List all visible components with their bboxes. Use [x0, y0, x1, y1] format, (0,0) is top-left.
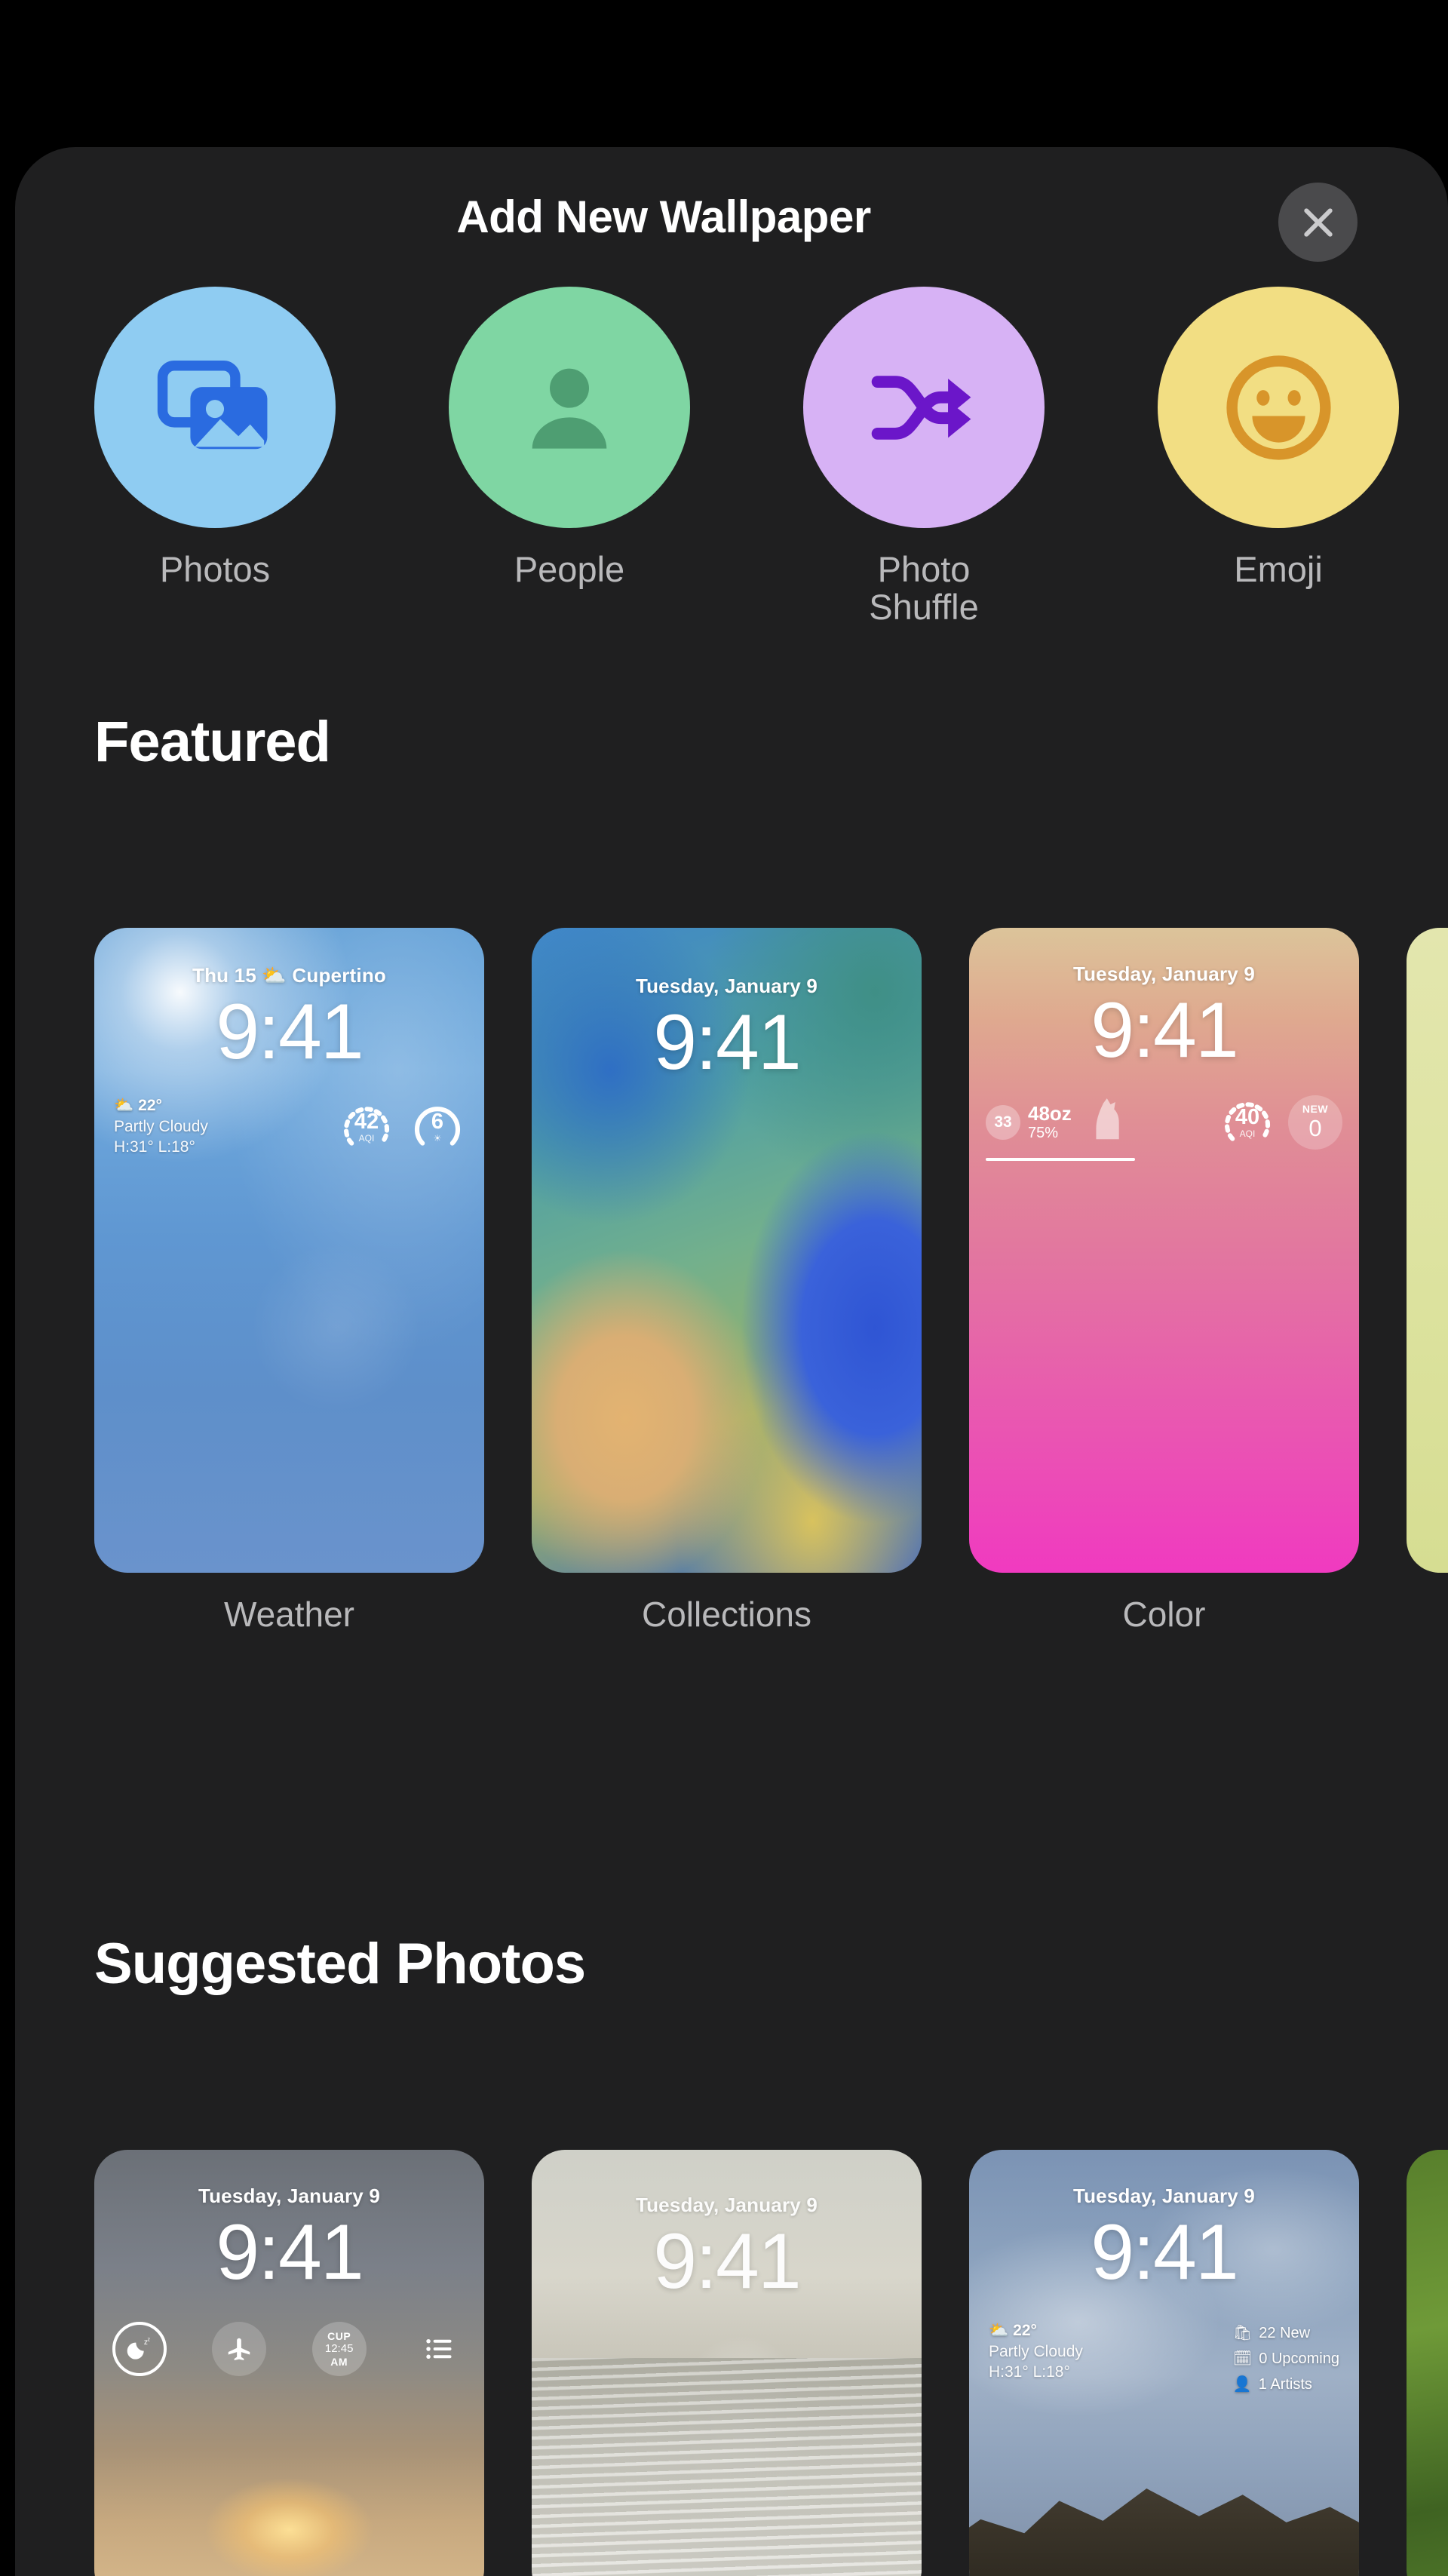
airplane-mode-icon [212, 2322, 267, 2376]
weather-widget: ⛅ 22° Partly Cloudy H:31° L:18° [114, 1097, 208, 1156]
reminders-icon [412, 2322, 466, 2376]
card-label: Weather [223, 1595, 355, 1634]
wallpaper-preview[interactable]: Tuesday, January 9 9:41 [532, 928, 922, 1573]
lock-widget-row: z z CUP 12:45 AM [94, 2322, 484, 2376]
lock-widget-row: ⛅ 22° Partly Cloudy H:31° L:18° 42 AQI 6… [94, 1095, 484, 1158]
lock-screen-overlay: Tuesday, January 9 9:41 z z CUP 12:45 AM [94, 2150, 484, 2576]
lock-date: Tuesday, January 9 [1072, 963, 1256, 985]
category-label: Photo Shuffle [869, 549, 979, 627]
category-label: Photos [159, 549, 271, 589]
featured-card-collections[interactable]: Tuesday, January 9 9:41 Collections [532, 928, 922, 1635]
lock-time: 9:41 [1091, 987, 1238, 1074]
category-label: Emoji [1234, 549, 1323, 589]
featured-heading: Featured [94, 710, 331, 774]
wallpaper-preview[interactable] [1407, 2150, 1448, 2576]
wallpaper-preview[interactable] [1407, 928, 1448, 1573]
aqi-gauge-widget: 40 AQI [1220, 1095, 1275, 1150]
card-label: Collections [642, 1595, 811, 1634]
lock-time: 9:41 [1091, 2209, 1238, 2296]
aqi-gauge-widget: 42 AQI [339, 1100, 394, 1154]
green-emoji-pattern-artwork [1407, 928, 1448, 1573]
lock-time: 9:41 [216, 2209, 364, 2296]
lock-date-row: Thu 15 ⛅ Cupertino [192, 964, 386, 987]
wallpaper-preview[interactable]: Tuesday, January 9 9:41 z z CUP 12:45 AM [94, 2150, 484, 2576]
calendar-icon: 🗓 [1232, 2350, 1253, 2367]
wallpaper-preview[interactable]: Thu 15 ⛅ Cupertino 9:41 ⛅ 22° Partly Clo… [94, 928, 484, 1573]
lock-time: 9:41 [216, 988, 364, 1076]
lock-time: 9:41 [653, 999, 801, 1086]
category-people[interactable]: People [449, 287, 690, 588]
photos-icon [157, 361, 268, 450]
person-icon: 👤 [1232, 2376, 1252, 2393]
lock-time: 9:41 [653, 2218, 801, 2305]
cloud-sun-icon: ⛅ [262, 964, 293, 987]
wallpaper-preview[interactable]: Tuesday, January 9 9:41 33 48oz 75% 40 A… [969, 928, 1359, 1573]
lock-screen-overlay: Tuesday, January 9 9:41 [532, 2150, 922, 2576]
llama-icon [1096, 1098, 1119, 1140]
add-wallpaper-sheet: Add New Wallpaper Photos People Photo Sh… [15, 147, 1448, 2576]
sun-icon: ☀ [433, 1132, 442, 1144]
person-icon [532, 368, 607, 449]
progress-bar [986, 1158, 1135, 1161]
close-icon [1303, 207, 1333, 237]
category-label: People [514, 549, 625, 589]
summary-list-widget: 🛍 22 New 🗓 0 Upcoming 👤 1 Artists [1233, 2320, 1339, 2397]
lock-screen-overlay: Thu 15 ⛅ Cupertino 9:41 ⛅ 22° Partly Clo… [94, 928, 484, 1573]
lock-date: Tuesday, January 9 [1072, 2185, 1256, 2207]
svg-text:z: z [147, 2335, 150, 2342]
cloud-sun-icon: ⛅ [989, 2322, 1009, 2339]
suggested-photos-heading: Suggested Photos [94, 1932, 586, 1996]
lock-widget-row: ⛅ 22° Partly Cloudy H:31° L:18° 🛍 22 New … [969, 2320, 1359, 2397]
shuffle-icon-circle [803, 287, 1045, 528]
lock-screen-overlay: Tuesday, January 9 9:41 33 48oz 75% 40 A… [969, 928, 1359, 1573]
smiley-face-icon-circle [1158, 287, 1399, 528]
uv-gauge-widget: 6 ☀ [410, 1100, 465, 1154]
featured-card-row[interactable]: Thu 15 ⛅ Cupertino 9:41 ⛅ 22° Partly Clo… [15, 928, 1448, 1635]
cloud-sun-icon: ⛅ [114, 1097, 134, 1114]
lock-date: Tuesday, January 9 [635, 975, 818, 997]
news-widget: NEW 0 [1288, 1095, 1342, 1150]
weather-widget: ⛅ 22° Partly Cloudy H:31° L:18° [989, 2322, 1083, 2381]
sleep-focus-icon: z z [112, 2322, 167, 2376]
category-emoji[interactable]: Emoji [1158, 287, 1399, 588]
category-photo-shuffle[interactable]: Photo Shuffle [803, 287, 1045, 626]
person-icon-circle [449, 287, 690, 528]
lock-date: Tuesday, January 9 [198, 2185, 381, 2207]
page-title: Add New Wallpaper [456, 192, 871, 242]
sheet-header: Add New Wallpaper [15, 147, 1448, 287]
smiley-face-icon [1226, 355, 1331, 460]
suggested-card-sunset[interactable]: Tuesday, January 9 9:41 z z CUP 12:45 AM [94, 2150, 484, 2576]
suggested-photos-card-row[interactable]: Tuesday, January 9 9:41 z z CUP 12:45 AM… [15, 2150, 1448, 2576]
suggested-card-sky-rock[interactable]: Tuesday, January 9 9:41 ⛅ 22° Partly Clo… [969, 2150, 1359, 2576]
world-clock-widget: CUP 12:45 AM [311, 2322, 367, 2376]
category-photos[interactable]: Photos [94, 287, 336, 588]
lock-date: Tuesday, January 9 [635, 2194, 818, 2216]
featured-card-weather[interactable]: Thu 15 ⛅ Cupertino 9:41 ⛅ 22° Partly Clo… [94, 928, 484, 1635]
lock-screen-overlay: Tuesday, January 9 9:41 [532, 928, 922, 1573]
lock-screen-overlay: Tuesday, January 9 9:41 ⛅ 22° Partly Clo… [969, 2150, 1359, 2576]
wallpaper-preview[interactable]: Tuesday, January 9 9:41 ⛅ 22° Partly Clo… [969, 2150, 1359, 2576]
screen: Add New Wallpaper Photos People Photo Sh… [0, 0, 1448, 2576]
foliage-artwork [1407, 2150, 1448, 2576]
suggested-card-partial[interactable] [1407, 2150, 1448, 2576]
wallpaper-preview[interactable]: Tuesday, January 9 9:41 [532, 2150, 922, 2576]
activity-badge-widget: 33 [986, 1105, 1020, 1140]
shuffle-icon [871, 375, 971, 440]
bag-icon: 🛍 [1232, 2325, 1253, 2341]
featured-card-partial[interactable] [1407, 928, 1448, 1635]
lock-widget-row: 33 48oz 75% 40 AQI NEW 0 [969, 1095, 1359, 1161]
card-label: Color [1122, 1595, 1206, 1634]
close-button[interactable] [1278, 183, 1358, 262]
wallpaper-category-row[interactable]: Photos People Photo Shuffle Emoji [15, 287, 1448, 625]
featured-card-color[interactable]: Tuesday, January 9 9:41 33 48oz 75% 40 A… [969, 928, 1359, 1635]
suggested-card-ocean[interactable]: Tuesday, January 9 9:41 [532, 2150, 922, 2576]
photos-icon-circle [94, 287, 336, 528]
water-intake-widget: 48oz 75% [1028, 1101, 1072, 1142]
